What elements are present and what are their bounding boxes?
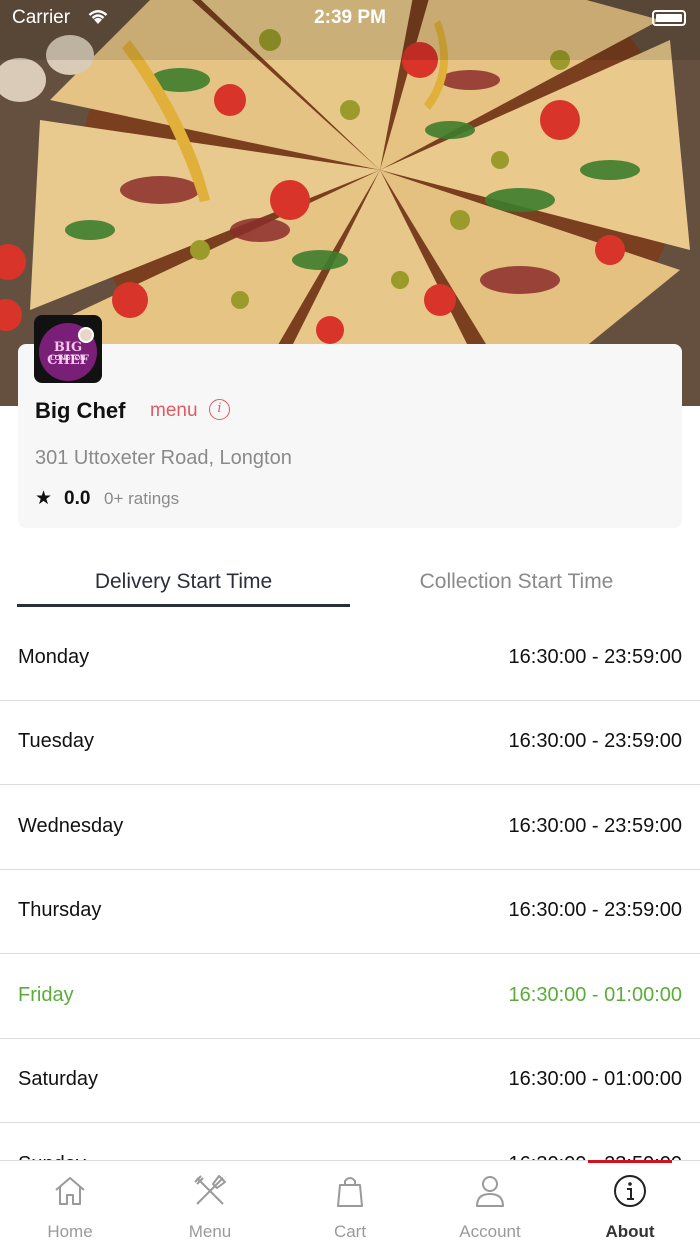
- hours-value: 16:30:00 - 23:59:00: [508, 730, 682, 752]
- day-label: Saturday: [18, 1068, 99, 1090]
- hours-value: 16:30:00 - 23:59:00: [508, 815, 682, 837]
- hours-value: 16:30:00 - 23:59:00: [508, 899, 682, 921]
- schedule-row-wednesday: Wednesday 16:30:00 - 23:59:00: [0, 786, 700, 870]
- active-tab-indicator: [17, 604, 350, 607]
- status-time: 2:39 PM: [314, 7, 386, 28]
- nav-label: Account: [459, 1222, 521, 1241]
- info-icon[interactable]: i: [209, 399, 230, 420]
- nav-cart[interactable]: Cart: [280, 1161, 420, 1244]
- hours-value: 16:30:00 - 01:00:00: [508, 1068, 682, 1090]
- day-label: Wednesday: [18, 815, 124, 837]
- tab-delivery-start-time[interactable]: Delivery Start Time: [17, 570, 350, 594]
- rating-count: 0+ ratings: [104, 489, 180, 508]
- nav-label: Home: [47, 1222, 93, 1241]
- fork-knife-icon: [194, 1175, 226, 1205]
- rating-value: 0.0: [64, 488, 91, 509]
- shopping-bag-icon: [337, 1177, 363, 1207]
- day-label: Thursday: [18, 899, 102, 921]
- info-circle-icon: [614, 1175, 646, 1207]
- schedule-row-friday: Friday 16:30:00 - 01:00:00: [0, 955, 700, 1039]
- schedule-row-tuesday: Tuesday 16:30:00 - 23:59:00: [0, 701, 700, 785]
- user-icon: [476, 1176, 504, 1207]
- logo-text: BIG CHEF: [47, 340, 89, 368]
- restaurant-address: 301 Uttoxeter Road, Longton: [35, 447, 292, 469]
- day-label: Friday: [18, 984, 74, 1006]
- nav-label: Cart: [333, 1222, 367, 1241]
- status-bar: Carrier 2:39 PM: [0, 0, 700, 36]
- hours-value: 16:30:00 - 23:59:00: [508, 646, 682, 668]
- restaurant-logo: BIG CHEF LONGTON: [34, 315, 102, 383]
- schedule-row-monday: Monday 16:30:00 - 23:59:00: [0, 617, 700, 701]
- star-icon: ★: [35, 488, 53, 509]
- nav-menu[interactable]: Menu: [140, 1161, 280, 1244]
- logo-subtext: LONGTON: [50, 355, 86, 362]
- nav-home[interactable]: Home: [0, 1161, 140, 1244]
- hours-value: 16:30:00 - 01:00:00: [508, 984, 682, 1006]
- nav-about[interactable]: About: [560, 1161, 700, 1244]
- schedule-row-thursday: Thursday 16:30:00 - 23:59:00: [0, 870, 700, 954]
- nav-account[interactable]: Account: [420, 1161, 560, 1244]
- day-label: Monday: [18, 646, 90, 668]
- tab-collection-start-time[interactable]: Collection Start Time: [350, 570, 683, 594]
- nav-label: About: [605, 1222, 655, 1241]
- overscroll-indicator: [588, 1160, 672, 1163]
- day-label: Tuesday: [18, 730, 94, 752]
- menu-link[interactable]: menu: [150, 400, 198, 422]
- home-icon: [55, 1177, 85, 1205]
- restaurant-name: Big Chef: [35, 398, 126, 423]
- bottom-nav: Home Menu Cart Account About: [0, 1160, 700, 1244]
- nav-label: Menu: [188, 1222, 232, 1241]
- schedule-row-saturday: Saturday 16:30:00 - 01:00:00: [0, 1039, 700, 1123]
- battery-icon: [652, 10, 686, 26]
